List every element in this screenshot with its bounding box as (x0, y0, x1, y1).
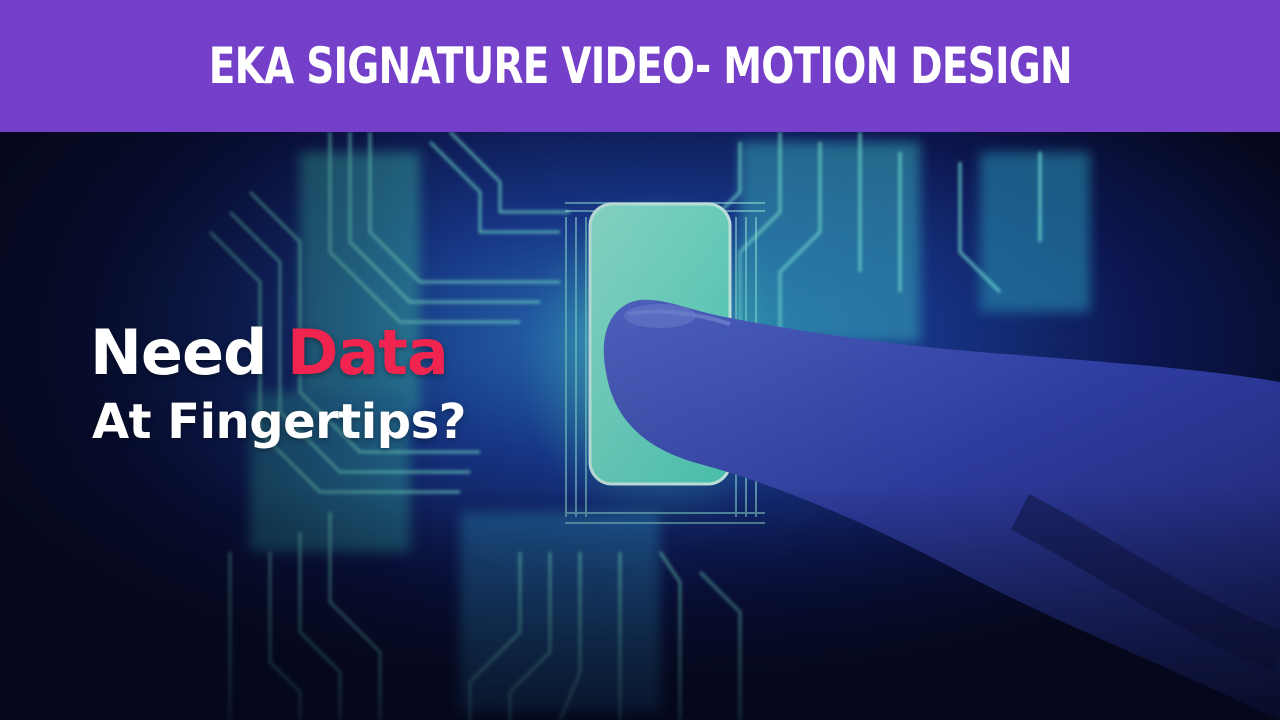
banner-title: EKA SIGNATURE VIDEO- MOTION DESIGN (208, 37, 1072, 95)
scene-illustration (0, 132, 1280, 720)
scene-image: Need Data At Fingertips? (0, 132, 1280, 720)
title-banner: EKA SIGNATURE VIDEO- MOTION DESIGN (0, 0, 1280, 132)
video-thumbnail: EKA SIGNATURE VIDEO- MOTION DESIGN Need … (0, 0, 1280, 720)
